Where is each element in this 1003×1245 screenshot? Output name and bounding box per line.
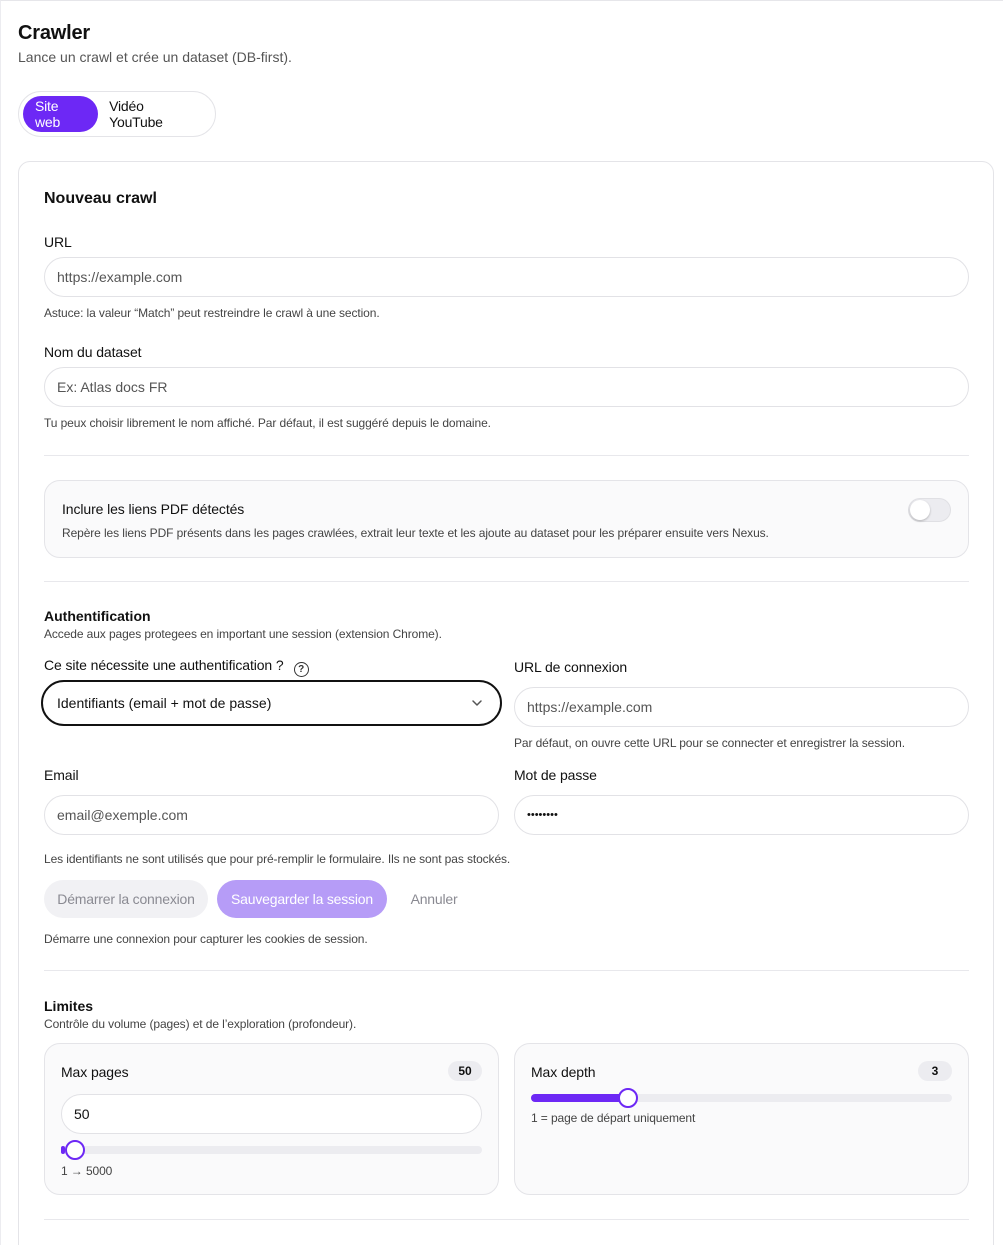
tab-video-youtube[interactable]: Vidéo YouTube — [98, 96, 211, 132]
chevron-down-icon — [472, 700, 482, 706]
login-url-label: URL de connexion — [514, 659, 628, 675]
login-url-help: Par défaut, on ouvre cette URL pour se c… — [514, 736, 905, 750]
password-label: Mot de passe — [514, 767, 597, 783]
page-subtitle: Lance un crawl et crée un dataset (DB-fi… — [18, 49, 292, 65]
divider — [44, 970, 969, 971]
max-depth-help: 1 = page de départ uniquement — [531, 1111, 696, 1125]
max-depth-slider-thumb[interactable] — [617, 1088, 638, 1108]
max-depth-box: Max depth 3 1 = page de départ uniquemen… — [514, 1043, 969, 1195]
new-crawl-card: Nouveau crawl URL https://example.com As… — [18, 161, 994, 1245]
dataset-label: Nom du dataset — [44, 344, 142, 360]
divider — [44, 581, 969, 582]
pdf-option-description: Repère les liens PDF présents dans les p… — [62, 526, 769, 540]
login-url-input[interactable]: https://example.com — [514, 687, 969, 727]
auth-section-title: Authentification — [44, 608, 151, 624]
toggle-knob — [910, 500, 930, 520]
credentials-help: Les identifiants ne sont utilisés que po… — [44, 852, 511, 866]
max-pages-slider-thumb[interactable] — [65, 1140, 86, 1160]
email-input[interactable]: email@exemple.com — [44, 795, 499, 835]
session-help: Démarre une connexion pour capturer les … — [44, 932, 368, 946]
max-depth-badge: 3 — [918, 1061, 952, 1081]
max-pages-box: Max pages 50 50 1 → 5000 — [44, 1043, 499, 1195]
max-depth-label: Max depth — [531, 1064, 596, 1080]
auth-required-label: Ce site nécessite une authentification ?… — [44, 657, 309, 677]
password-input[interactable]: •••••••• — [514, 795, 969, 835]
start-connection-button[interactable]: Démarrer la connexion — [44, 880, 208, 918]
max-depth-slider[interactable] — [531, 1088, 952, 1108]
max-pages-label: Max pages — [61, 1064, 129, 1080]
divider — [44, 1219, 969, 1220]
save-session-button[interactable]: Sauvegarder la session — [217, 880, 387, 918]
limits-section-title: Limites — [44, 998, 94, 1014]
auth-method-value: Identifiants (email + mot de passe) — [57, 695, 272, 711]
url-help: Astuce: la valeur “Match” peut restreind… — [44, 306, 380, 320]
max-pages-range: 1 → 5000 — [61, 1164, 113, 1178]
limits-section-subtitle: Contrôle du volume (pages) et de l’explo… — [44, 1017, 357, 1031]
pdf-toggle[interactable] — [908, 498, 951, 522]
url-label: URL — [44, 234, 72, 250]
help-question-icon[interactable]: ? — [293, 662, 309, 677]
auth-required-text: Ce site nécessite une authentification ? — [44, 657, 284, 673]
tab-site-web[interactable]: Site web — [23, 96, 99, 132]
url-input[interactable]: https://example.com — [44, 257, 969, 297]
card-title: Nouveau crawl — [44, 190, 157, 207]
max-pages-badge: 50 — [448, 1061, 482, 1081]
pdf-links-option: Inclure les liens PDF détectés Repère le… — [44, 480, 969, 558]
dataset-help: Tu peux choisir librement le nom affiché… — [44, 416, 491, 430]
page-title: Crawler — [18, 22, 90, 44]
source-tabs: Site web Vidéo YouTube — [18, 91, 216, 137]
pdf-option-title: Inclure les liens PDF détectés — [62, 501, 245, 517]
max-pages-slider[interactable] — [61, 1140, 482, 1160]
auth-method-select[interactable]: Identifiants (email + mot de passe) — [41, 680, 502, 726]
dataset-name-input[interactable]: Ex: Atlas docs FR — [44, 367, 969, 407]
divider — [44, 455, 969, 456]
max-depth-slider-fill — [531, 1094, 628, 1102]
max-pages-input[interactable]: 50 — [61, 1094, 482, 1134]
email-label: Email — [44, 767, 79, 783]
auth-section-subtitle: Accede aux pages protegees en important … — [44, 627, 442, 641]
cancel-button[interactable]: Annuler — [397, 880, 471, 918]
